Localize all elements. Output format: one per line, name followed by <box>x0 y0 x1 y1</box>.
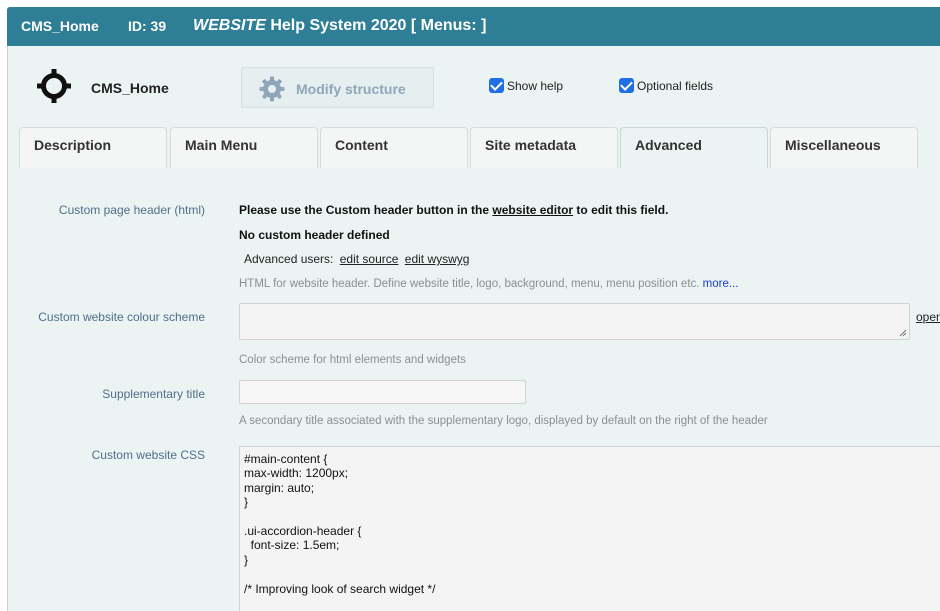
optional-fields-label: Optional fields <box>637 78 714 93</box>
titlebar-system-rest: Help System 2020 [ Menus: ] <box>265 17 487 34</box>
custom-header-notice: Please use the Custom header button in t… <box>239 203 668 217</box>
tab-bar: Description Main Menu Content Site metad… <box>19 127 940 168</box>
tab-content[interactable]: Content <box>320 127 468 168</box>
notice-prefix: Please use the Custom header button in t… <box>239 203 493 217</box>
gear-icon <box>259 76 285 102</box>
optional-fields-checkbox[interactable]: Optional fields <box>619 78 713 93</box>
edit-source-link[interactable]: edit source <box>340 252 399 266</box>
titlebar-brand: WEBSITE <box>193 17 266 34</box>
show-help-label: Show help <box>507 78 564 93</box>
modify-structure-button[interactable]: Modify structure <box>241 67 434 108</box>
custom-header-label: Custom page header (html) <box>58 203 205 217</box>
custom-css-label: Custom website CSS <box>91 448 205 462</box>
advanced-users-label: Advanced users: <box>244 252 334 266</box>
supplementary-title-help: A secondary title associated with the su… <box>239 415 768 427</box>
show-help-checkbox[interactable]: Show help <box>489 78 563 93</box>
window-titlebar: CMS_Home ID: 39 WEBSITE Help System 2020… <box>7 7 940 46</box>
colour-scheme-help: Color scheme for html elements and widge… <box>239 354 466 366</box>
titlebar-system-title: WEBSITE Help System 2020 [ Menus: ] <box>193 17 486 35</box>
custom-header-help-text: HTML for website header. Define website … <box>239 278 700 290</box>
advanced-users-row: Advanced users: edit source edit wyswyg <box>244 252 469 266</box>
resize-handle-icon[interactable] <box>899 329 907 337</box>
tab-main-menu[interactable]: Main Menu <box>170 127 318 168</box>
modify-structure-label: Modify structure <box>296 81 406 97</box>
editor-frame: CMS_Home Modify structure Show help Opti… <box>7 46 940 611</box>
titlebar-page-name: CMS_Home <box>21 18 99 34</box>
custom-css-textarea[interactable]: #main-content { max-width: 1200px; margi… <box>239 446 940 611</box>
notice-suffix: to edit this field. <box>573 203 669 217</box>
tab-advanced[interactable]: Advanced <box>620 127 768 168</box>
record-header: CMS_Home Modify structure Show help Opti… <box>8 46 940 126</box>
custom-header-status: No custom header defined <box>239 228 390 242</box>
supplementary-title-input[interactable] <box>239 380 526 404</box>
more-link[interactable]: more... <box>703 278 739 290</box>
edit-wysiwyg-link[interactable]: edit wyswyg <box>405 252 470 266</box>
titlebar-record-id: ID: 39 <box>128 18 167 34</box>
colour-scheme-textarea[interactable] <box>239 303 910 340</box>
tab-site-metadata[interactable]: Site metadata <box>470 127 618 168</box>
record-title: CMS_Home <box>91 80 169 96</box>
checkbox-checked-icon[interactable] <box>489 78 504 93</box>
tab-description[interactable]: Description <box>19 127 167 168</box>
custom-css-code: #main-content { max-width: 1200px; margi… <box>244 452 436 611</box>
tab-miscellaneous[interactable]: Miscellaneous <box>770 127 918 168</box>
checkbox-checked-icon[interactable] <box>619 78 634 93</box>
custom-header-help: HTML for website header. Define website … <box>239 278 738 290</box>
colour-scheme-label: Custom website colour scheme <box>38 310 205 324</box>
crosshair-icon <box>37 69 71 103</box>
website-editor-link[interactable]: website editor <box>492 203 573 217</box>
colour-scheme-open-link[interactable]: open <box>916 310 940 324</box>
advanced-panel: Custom page header (html) Please use the… <box>19 168 940 611</box>
supplementary-title-label: Supplementary title <box>102 387 205 401</box>
